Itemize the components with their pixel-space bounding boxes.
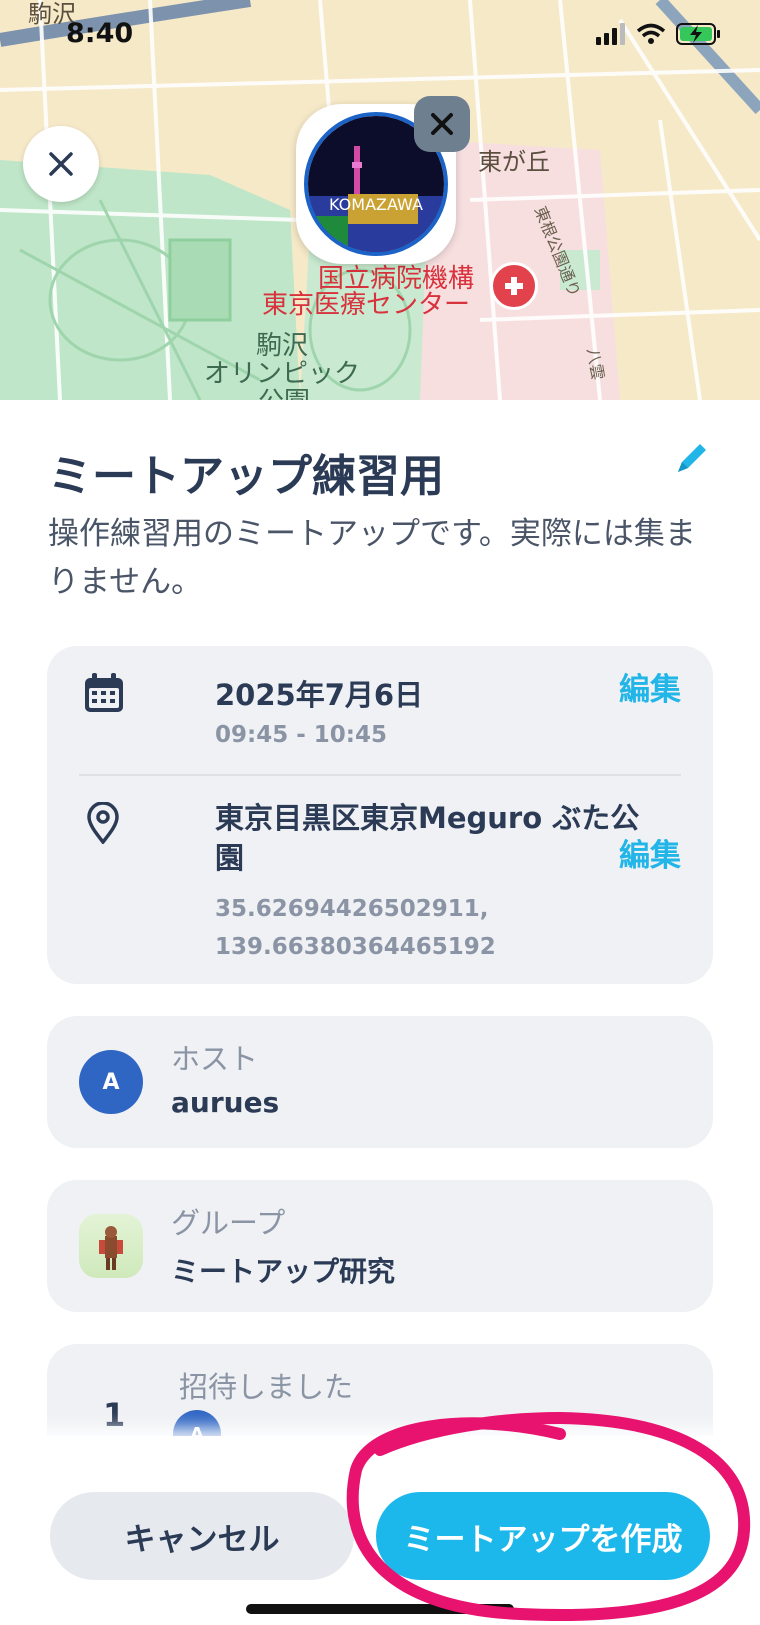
- host-name: aurues: [171, 1086, 280, 1119]
- wifi-icon: [636, 23, 666, 44]
- close-icon: [431, 113, 453, 135]
- page-title: ミートアップ練習用: [48, 451, 444, 502]
- meetup-date: 2025年7月6日: [215, 678, 424, 712]
- signal-icon: [596, 23, 625, 45]
- meetup-description: 操作練習用のミートアップです。実際には集まりません。: [48, 516, 696, 600]
- map-label-higashigaoka: 東が丘: [478, 148, 550, 176]
- group-avatar: [79, 1214, 143, 1278]
- card-divider: [79, 774, 681, 776]
- calendar-icon: [83, 672, 125, 718]
- map-view[interactable]: 駒沢 東が丘 東根公園通り 国立病院機構 東京医療センター 駒沢 オリンピック …: [0, 0, 760, 400]
- group-card[interactable]: グループ ミートアップ研究: [47, 1180, 713, 1312]
- group-name: ミートアップ研究: [171, 1255, 396, 1288]
- map-label-park-1: 駒沢: [256, 331, 309, 361]
- cancel-button[interactable]: キャンセル: [50, 1492, 354, 1580]
- remove-photo-button[interactable]: [414, 96, 470, 152]
- location-longitude: 139.66380364465192: [215, 934, 496, 960]
- photo-caption-text: KOMAZAWA: [329, 195, 423, 214]
- datetime-location-card: 2025年7月6日 09:45 - 10:45 編集 東京目黒区東京Meguro…: [47, 646, 713, 984]
- hospital-marker-icon[interactable]: [490, 262, 538, 310]
- map-label-hospital-2: 東京医療センター: [262, 290, 471, 320]
- group-label: グループ: [171, 1206, 286, 1240]
- location-pin-icon: [85, 801, 121, 848]
- battery-charging-icon: [676, 23, 720, 45]
- location-name: 東京目黒区東京Meguro ぶた公園: [215, 801, 640, 875]
- location-latitude: 35.62694426502911,: [215, 896, 489, 922]
- location-coordinates: 35.62694426502911, 139.66380364465192: [215, 890, 496, 966]
- group-figure-icon: [99, 1226, 123, 1270]
- pencil-icon: [678, 444, 706, 472]
- edit-datetime-button[interactable]: 編集: [619, 664, 681, 709]
- edit-title-button[interactable]: [674, 440, 710, 480]
- bottom-action-bar: キャンセル ミートアップを作成: [0, 1436, 760, 1625]
- meetup-time-range: 09:45 - 10:45: [215, 722, 387, 748]
- invite-count: 1: [103, 1396, 126, 1434]
- host-label: ホスト: [171, 1042, 259, 1076]
- status-time: 8:40: [66, 18, 134, 49]
- host-card: A ホスト aurues: [47, 1016, 713, 1148]
- status-icons: [596, 22, 722, 46]
- edit-location-button[interactable]: 編集: [619, 830, 681, 875]
- close-icon: [49, 152, 73, 176]
- home-indicator: [246, 1604, 514, 1614]
- map-label-park-3: 公園: [258, 388, 310, 400]
- invite-label: 招待しました: [179, 1370, 354, 1404]
- map-label-park-2: オリンピック: [204, 359, 361, 389]
- create-meetup-button[interactable]: ミートアップを作成: [376, 1492, 710, 1580]
- host-avatar: A: [79, 1050, 143, 1114]
- close-map-button[interactable]: [23, 126, 99, 202]
